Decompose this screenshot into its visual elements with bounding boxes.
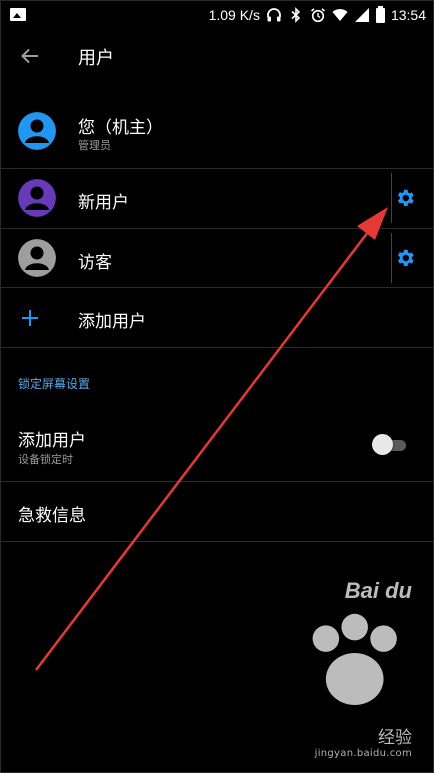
watermark-logo: Bai du 经验 xyxy=(297,578,412,748)
user-row-owner[interactable]: 您（机主） 管理员 xyxy=(0,104,434,164)
divider xyxy=(0,347,434,348)
cellular-signal-icon xyxy=(354,8,369,22)
headphones-icon xyxy=(267,8,281,22)
pref-subtitle: 设备锁定时 xyxy=(18,453,73,466)
user-name: 访客 xyxy=(78,253,112,273)
bluetooth-icon xyxy=(291,7,301,23)
divider xyxy=(391,233,392,283)
network-speed: 1.09 K/s xyxy=(208,7,260,23)
avatar xyxy=(18,179,56,217)
settings-gear-icon[interactable] xyxy=(394,187,416,209)
emergency-info-label: 急救信息 xyxy=(18,506,86,526)
user-role: 管理员 xyxy=(78,139,111,152)
plus-icon xyxy=(22,310,38,326)
add-user-label: 添加用户 xyxy=(78,312,146,332)
wifi-icon xyxy=(332,9,348,21)
user-name: 新用户 xyxy=(78,193,129,213)
add-user-locked-toggle[interactable] xyxy=(372,434,408,456)
add-user-row[interactable]: 添加用户 xyxy=(0,288,434,347)
pref-title: 添加用户 xyxy=(18,431,86,451)
user-row-new-user[interactable]: 新用户 xyxy=(0,169,434,228)
avatar xyxy=(18,239,56,277)
back-arrow-icon[interactable] xyxy=(18,44,42,68)
lock-add-user-row[interactable]: 添加用户 设备锁定时 xyxy=(0,410,434,480)
settings-gear-icon[interactable] xyxy=(394,247,416,269)
watermark: Bai du 经验 jingyan.baidu.com xyxy=(297,578,412,759)
page-title: 用户 xyxy=(78,48,114,69)
section-header-lock-screen: 锁定屏幕设置 xyxy=(18,377,91,391)
status-icons: 1.09 K/s 13:54 xyxy=(208,5,426,24)
user-row-guest[interactable]: 访客 xyxy=(0,229,434,287)
alarm-icon xyxy=(310,8,325,23)
paw-icon xyxy=(312,613,397,705)
divider xyxy=(391,173,392,223)
avatar xyxy=(18,112,56,150)
watermark-brand: 经验 xyxy=(378,728,412,748)
user-name: 您（机主） xyxy=(78,118,163,138)
emergency-info-row[interactable]: 急救信息 xyxy=(0,482,434,541)
status-bar: 1.09 K/s 13:54 xyxy=(0,0,434,30)
toolbar: 用户 xyxy=(0,30,434,82)
clock: 13:54 xyxy=(390,7,426,23)
divider xyxy=(0,541,434,542)
battery-icon xyxy=(375,5,385,23)
image-notification-icon xyxy=(10,8,26,21)
watermark-logo-text: Bai du xyxy=(344,577,412,603)
watermark-url: jingyan.baidu.com xyxy=(314,748,412,759)
toggle-thumb xyxy=(372,434,393,455)
